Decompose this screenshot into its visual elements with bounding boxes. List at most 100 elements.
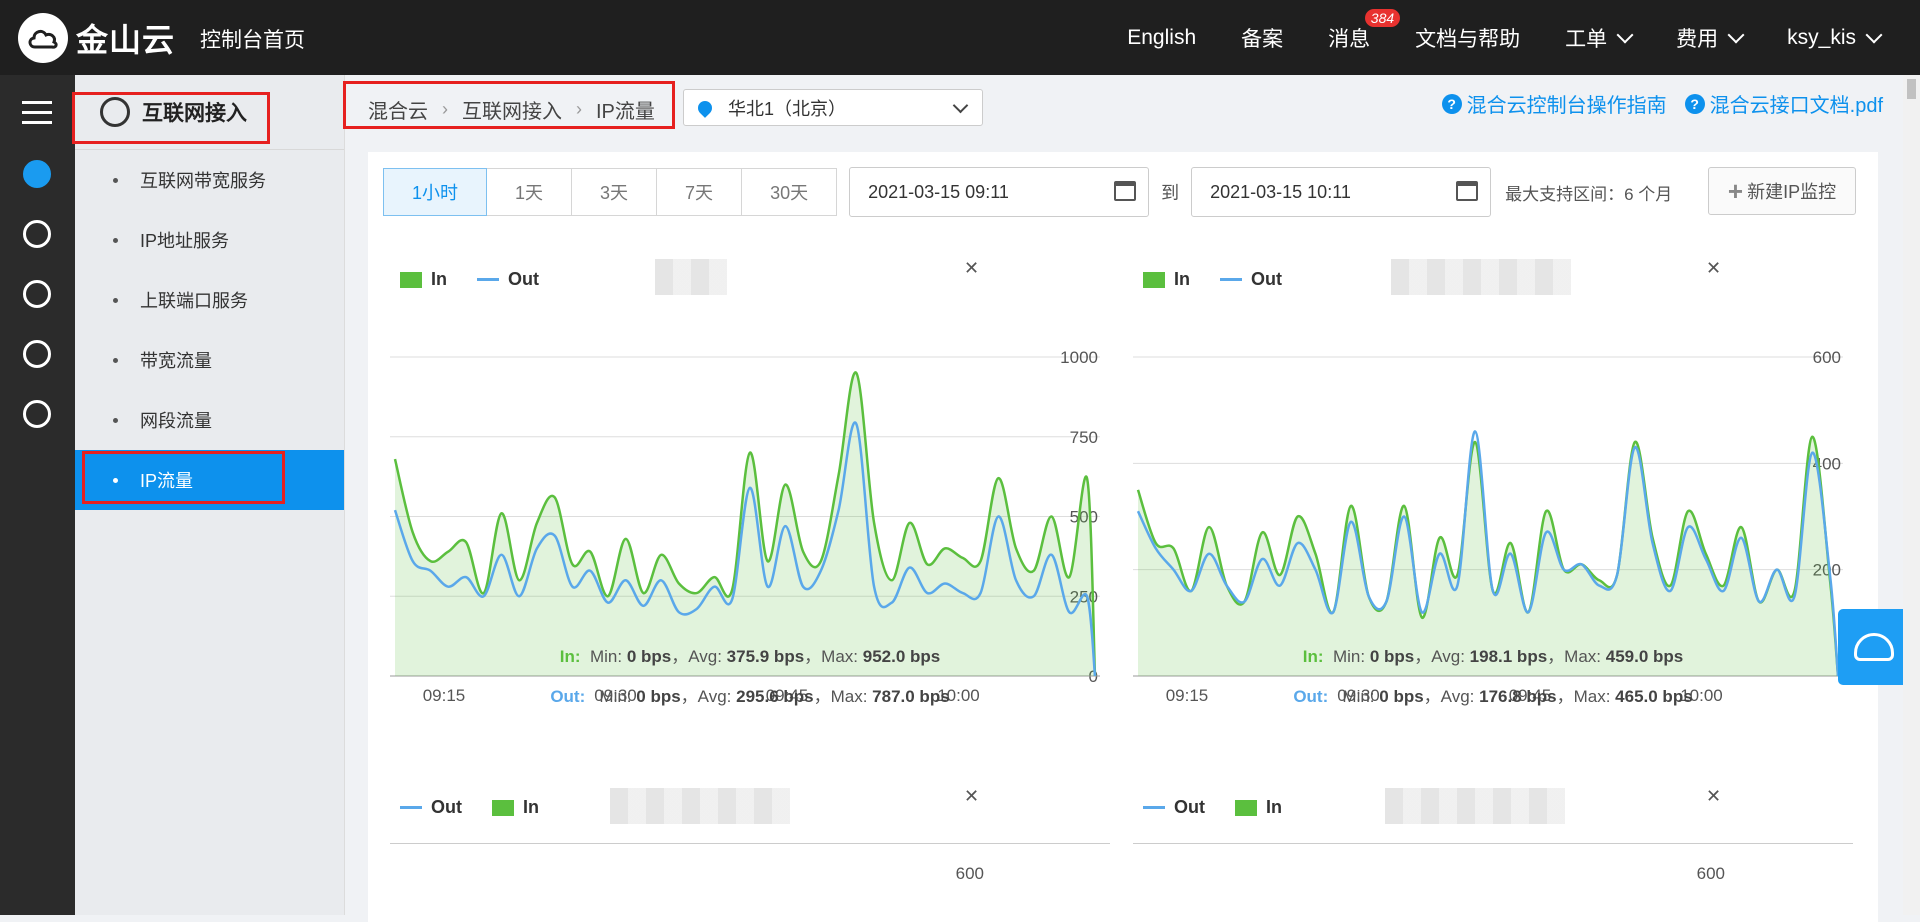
link-label: 混合云控制台操作指南 [1466, 95, 1667, 117]
in-area [395, 372, 1095, 676]
help-icon: ? [1684, 93, 1705, 114]
scrollbar-thumb[interactable] [1907, 79, 1916, 99]
icon-rail [0, 75, 75, 915]
nav-billing[interactable]: 费用 [1676, 23, 1745, 53]
legend-label: Out [1174, 797, 1205, 817]
redacted-title [1385, 788, 1565, 824]
out-legend-swatch[interactable] [1143, 806, 1165, 809]
stats-max: 952.0 bps [862, 647, 941, 666]
nav-filing[interactable]: 备案 [1241, 23, 1283, 53]
bullet-dot [113, 177, 118, 183]
breadcrumb: 混合云 › 互联网接入 › IP流量 [368, 95, 655, 124]
api-doc-link[interactable]: ? 混合云接口文档.pdf [1684, 89, 1883, 118]
sidebar-item-segment-traffic[interactable]: 网段流量 [75, 390, 344, 450]
time-range-bar: 1小时 1天 3天 7天 30天 2021-03-15 09:11 到 2021… [383, 167, 1672, 217]
new-ip-monitor-button[interactable]: + 新建IP监控 [1708, 167, 1856, 215]
sidebar-item-label: 上联端口服务 [140, 291, 248, 311]
globe-icon[interactable] [23, 220, 51, 248]
calendar-icon[interactable] [1114, 181, 1137, 201]
console-guide-link[interactable]: ? 混合云控制台操作指南 [1441, 89, 1667, 118]
range-1-hour-button[interactable]: 1小时 [383, 168, 488, 216]
bullet-dot [113, 477, 118, 483]
console-home-link[interactable]: 控制台首页 [200, 24, 305, 54]
in-stats: In: Min: 0 bps，Avg: 198.1 bps，Max: 459.0… [1302, 647, 1684, 666]
chevron-down-icon [952, 97, 969, 114]
range-7-day-button[interactable]: 7天 [657, 168, 743, 216]
close-chart-icon[interactable]: ✕ [1706, 786, 1721, 807]
sidebar-item-uplink-port-service[interactable]: 上联端口服务 [75, 270, 344, 330]
chart-plot: 60040020009:15 09:30 09:45 10:00 [1133, 348, 1843, 705]
nav-user-menu[interactable]: ksy_kis [1787, 25, 1883, 50]
out-legend-swatch[interactable] [400, 806, 422, 809]
logo[interactable]: 金山云 [18, 13, 175, 63]
transfer-icon[interactable] [23, 280, 51, 308]
chevron-down-icon [1727, 26, 1745, 43]
message-count-badge: 384 [1364, 8, 1401, 27]
stats-max: 465.0 bps [1615, 687, 1693, 706]
traffic-chart-1: In Out ✕ 1000 750 500 250 0 09:15 09:30 09:45 10… [390, 242, 1110, 706]
chevron-down-icon [1865, 26, 1883, 43]
stats-max: 459.0 bps [1605, 647, 1684, 666]
nav-english[interactable]: English [1127, 26, 1196, 50]
sidebar-item-label: 互联网带宽服务 [140, 171, 266, 191]
document-icon[interactable] [23, 340, 51, 368]
button-label: 新建IP监控 [1747, 182, 1837, 202]
billing-icon[interactable] [23, 400, 51, 428]
server-icon[interactable] [23, 160, 51, 188]
monitor-panel: 1小时 1天 3天 7天 30天 2021-03-15 09:11 到 2021… [368, 152, 1878, 922]
stats-label: In: [559, 647, 581, 666]
in-legend-swatch[interactable] [492, 799, 514, 816]
chart-legend: Out In [1143, 797, 1282, 818]
nav-messages[interactable]: 消息 384 [1328, 8, 1401, 53]
in-legend-swatch[interactable] [1235, 799, 1257, 816]
close-chart-icon[interactable]: ✕ [964, 786, 979, 807]
sidebar-item-label: 网段流量 [140, 411, 212, 431]
stats-min: 0 bps [626, 647, 672, 666]
range-3-day-button[interactable]: 3天 [572, 168, 658, 216]
stats-min: 0 bps [636, 687, 681, 706]
redacted-title [610, 788, 790, 824]
sidebar-item-label: IP流量 [140, 471, 194, 491]
nav-label: ksy_kis [1787, 25, 1856, 49]
menu-icon[interactable] [22, 101, 52, 131]
nav-label: English [1127, 25, 1197, 49]
end-date-input[interactable]: 2021-03-15 10:11 [1191, 167, 1492, 217]
y-tick-label: 750 [1070, 428, 1098, 447]
nav-tickets[interactable]: 工单 [1565, 23, 1634, 53]
calendar-icon[interactable] [1456, 181, 1479, 201]
start-date-input[interactable]: 2021-03-15 09:11 [849, 167, 1150, 217]
nav-docs-help[interactable]: 文档与帮助 [1415, 23, 1520, 53]
start-date-value: 2021-03-15 09:11 [868, 181, 1009, 202]
in-stats: In: Min: 0 bps，Avg: 375.9 bps，Max: 952.0… [559, 647, 941, 666]
sidebar-item-bandwidth-traffic[interactable]: 带宽流量 [75, 330, 344, 390]
max-range-label: 最大支持区间：6 个月 [1505, 184, 1673, 204]
traffic-chart-3: Out In ✕ 600 [390, 772, 1110, 922]
range-1-day-button[interactable]: 1天 [487, 168, 573, 216]
help-links: ? 混合云控制台操作指南 ? 混合云接口文档.pdf [1424, 89, 1883, 118]
sidebar-item-ip-traffic[interactable]: IP流量 [75, 450, 344, 510]
top-bar: 金山云 控制台首页 English 备案 消息 384 文档与帮助 工单 费用 k… [0, 0, 1920, 75]
traffic-chart-2: In Out ✕ 600 400 200 09:15 09:30 09:45 10:00 I… [1133, 242, 1853, 706]
customer-service-button[interactable] [1838, 609, 1910, 685]
vertical-scrollbar[interactable] [1903, 75, 1920, 915]
support-icon [1854, 633, 1894, 661]
sidebar-item-bandwidth-service[interactable]: 互联网带宽服务 [75, 150, 344, 210]
help-icon: ? [1441, 93, 1462, 114]
stats-label: Out: [1293, 687, 1329, 706]
y-tick-label: 600 [1696, 864, 1725, 883]
range-30-day-button[interactable]: 30天 [742, 168, 838, 216]
breadcrumb-item[interactable]: 互联网接入 [462, 95, 562, 124]
stats-min: 0 bps [1369, 647, 1415, 666]
location-pin-icon [695, 97, 715, 118]
region-select[interactable]: 华北1（北京） [683, 89, 983, 126]
legend-label: In [1266, 797, 1282, 817]
out-stats: Out: Min: 0 bps，Avg: 295.6 bps，Max: 787.… [550, 687, 950, 706]
sidebar-header: 互联网接入 [75, 75, 344, 150]
stats-label: Out: [550, 687, 586, 706]
stats-avg: 375.9 bps [726, 647, 805, 666]
breadcrumb-item[interactable]: 混合云 [368, 95, 428, 124]
chart-legend: Out In [400, 797, 539, 818]
sidebar: 互联网接入 互联网带宽服务 IP地址服务 上联端口服务 带宽流量 网段流量 IP… [75, 75, 345, 915]
sidebar-title: 互联网接入 [142, 102, 247, 125]
sidebar-item-ip-address-service[interactable]: IP地址服务 [75, 210, 344, 270]
